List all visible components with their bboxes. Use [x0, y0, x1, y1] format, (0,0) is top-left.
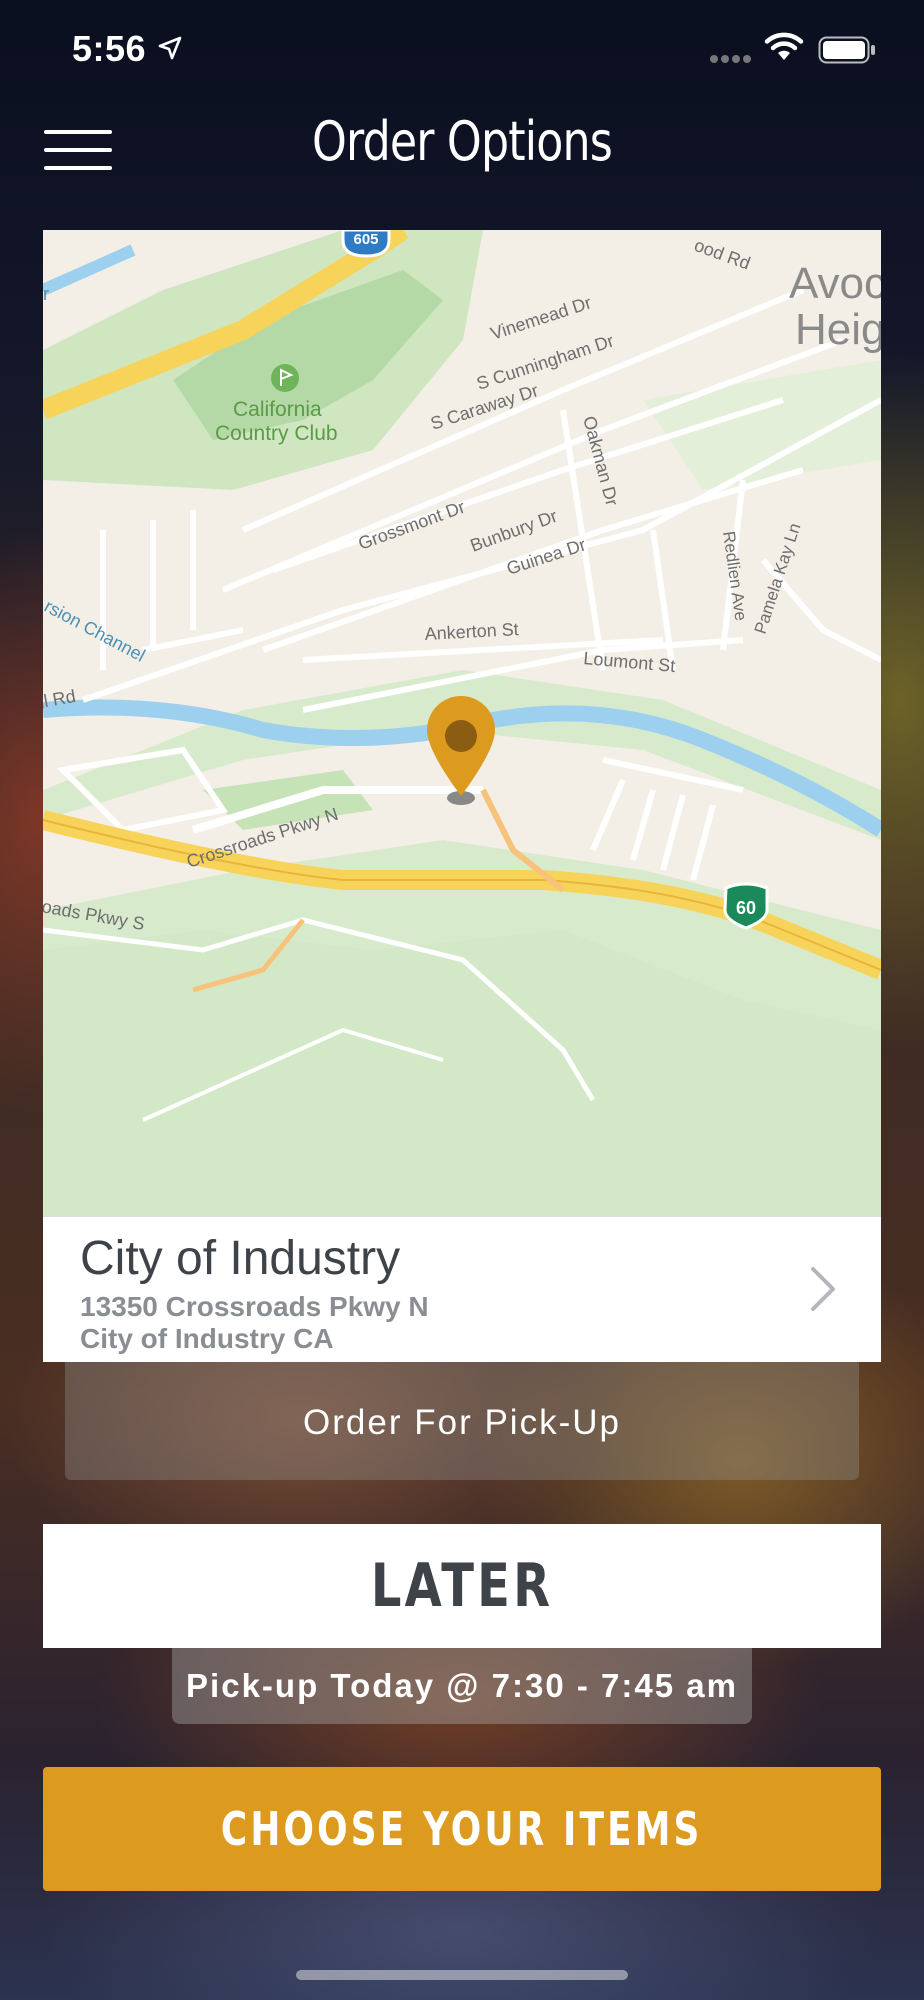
location-card[interactable]: California Country Club Vinemead Dr S Cu… — [43, 230, 881, 1362]
pickup-time-selector[interactable]: Pick-up Today @ 7:30 - 7:45 am — [172, 1648, 752, 1724]
highway-605-label: 605 — [353, 231, 378, 248]
location-address-line2: City of Industry CA — [80, 1323, 334, 1354]
highway-605-shield-icon: 605 — [341, 230, 391, 258]
status-bar: 5:56 — [0, 0, 924, 100]
later-button[interactable]: LATER — [43, 1524, 881, 1648]
later-button-label: LATER — [370, 1551, 554, 1621]
choose-your-items-button[interactable]: CHOOSE YOUR ITEMS — [43, 1767, 881, 1891]
map-label: California — [233, 398, 322, 421]
map-label: Heig — [795, 305, 881, 354]
store-map[interactable]: California Country Club Vinemead Dr S Cu… — [43, 230, 881, 1216]
location-arrow-icon — [158, 36, 182, 60]
app-header: Order Options — [0, 100, 924, 220]
highway-60-shield-icon: 60 — [723, 882, 769, 930]
location-address-line1: 13350 Crossroads Pkwy N — [80, 1291, 429, 1322]
highway-60-label: 60 — [736, 898, 756, 918]
order-type-selector[interactable]: Order For Pick-Up — [65, 1362, 859, 1480]
map-label: Avoc — [789, 259, 881, 308]
choose-your-items-label: CHOOSE YOUR ITEMS — [221, 1802, 703, 1856]
battery-icon — [818, 36, 875, 64]
location-row[interactable]: City of Industry 13350 Crossroads Pkwy N… — [43, 1216, 881, 1362]
page-title: Order Options — [311, 110, 613, 173]
map-label: r — [43, 284, 49, 304]
status-time: 5:56 — [72, 28, 147, 69]
cellular-signal-icon — [710, 55, 751, 63]
wifi-icon — [764, 32, 804, 60]
chevron-right-icon[interactable] — [807, 1261, 841, 1317]
location-name: City of Industry — [80, 1232, 401, 1285]
map-label: Country Club — [215, 422, 338, 445]
home-indicator — [296, 1970, 628, 1980]
